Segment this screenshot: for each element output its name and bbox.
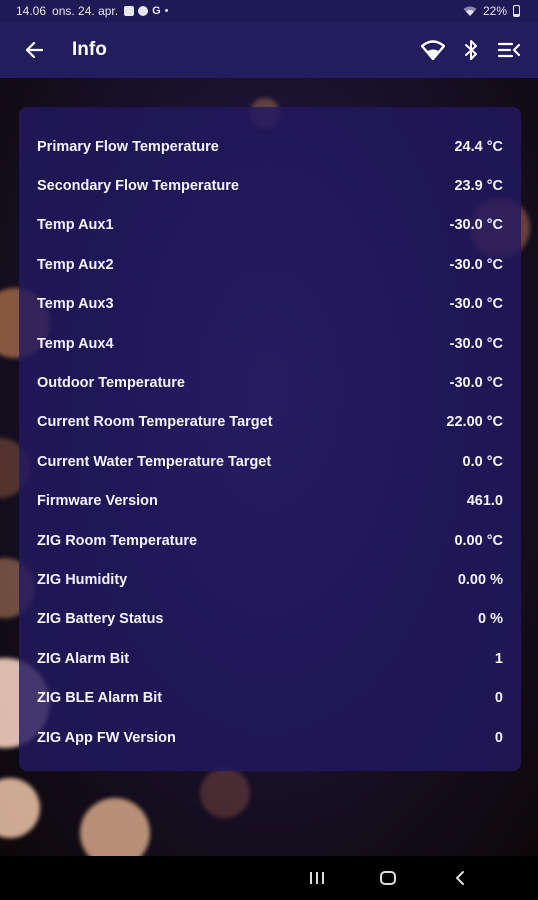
wifi-status-icon xyxy=(463,6,477,16)
battery-icon xyxy=(513,5,520,17)
info-row-value: 0.00 °C xyxy=(454,532,503,549)
recent-apps-icon[interactable] xyxy=(292,856,342,900)
info-row: ZIG Alarm Bit 1 xyxy=(37,639,503,678)
info-row-value: 1 xyxy=(494,650,503,667)
bluetooth-icon[interactable] xyxy=(458,37,484,63)
app-notification-icon xyxy=(138,6,149,16)
info-row-value: -30.0 °C xyxy=(449,335,503,352)
info-row: ZIG Room Temperature 0.00 °C xyxy=(37,521,503,560)
bokeh-light xyxy=(0,778,40,838)
system-nav-bar xyxy=(0,856,538,900)
bokeh-light xyxy=(80,798,150,856)
info-row-value: 0.00 % xyxy=(457,571,503,588)
info-row-label: Current Water Temperature Target xyxy=(37,453,272,470)
back-nav-icon[interactable] xyxy=(435,856,485,900)
more-notifications-dot: • xyxy=(164,5,169,17)
info-row-value: 0 xyxy=(494,690,503,707)
info-row: ZIG Battery Status 0 % xyxy=(37,600,503,639)
info-row-value: 24.4 °C xyxy=(454,138,503,155)
info-row-value: 22.00 °C xyxy=(446,414,503,431)
google-icon: G xyxy=(152,5,161,17)
info-row: Temp Aux3 -30.0 °C xyxy=(37,285,503,324)
gallery-icon xyxy=(124,6,135,16)
info-row-label: Current Room Temperature Target xyxy=(37,414,273,431)
info-row-label: ZIG BLE Alarm Bit xyxy=(37,690,163,707)
wifi-icon[interactable] xyxy=(420,37,446,63)
info-row: Secondary Flow Temperature 23.9 °C xyxy=(37,166,503,205)
info-row-label: Temp Aux2 xyxy=(37,256,114,273)
home-icon[interactable] xyxy=(363,856,413,900)
info-row: Outdoor Temperature -30.0 °C xyxy=(37,363,503,402)
info-row: ZIG Humidity 0.00 % xyxy=(37,560,503,599)
battery-percent: 22% xyxy=(482,4,507,18)
info-row: Temp Aux2 -30.0 °C xyxy=(37,245,503,284)
info-row: Temp Aux4 -30.0 °C xyxy=(37,324,503,363)
status-right: 22% xyxy=(463,4,520,18)
info-row-label: ZIG Alarm Bit xyxy=(37,650,130,667)
info-row-label: Primary Flow Temperature xyxy=(37,138,219,155)
menu-list-icon[interactable] xyxy=(496,37,522,63)
status-time: 14.06 xyxy=(16,4,47,18)
info-row-value: -30.0 °C xyxy=(449,296,503,313)
info-card: Primary Flow Temperature 24.4 °C Secondary… xyxy=(19,107,521,771)
info-row-value: 23.9 °C xyxy=(454,178,503,195)
info-row: ZIG App FW Version 0 xyxy=(37,718,503,757)
status-bar: 14.06 ons. 24. apr. G • 22% xyxy=(0,0,538,22)
status-date: ons. 24. apr. xyxy=(52,4,119,18)
info-row-label: ZIG Battery Status xyxy=(37,611,164,628)
status-left: 14.06 ons. 24. apr. G • xyxy=(16,4,169,18)
info-row-label: ZIG App FW Version xyxy=(37,729,176,746)
info-row: Current Water Temperature Target 0.0 °C xyxy=(37,442,503,481)
app-bar: Info xyxy=(0,22,538,78)
info-row-value: 461.0 xyxy=(466,493,503,510)
info-row: Primary Flow Temperature 24.4 °C xyxy=(37,127,503,166)
info-row: Firmware Version 461.0 xyxy=(37,482,503,521)
page-title: Info xyxy=(72,39,107,60)
info-row-label: Temp Aux4 xyxy=(37,335,114,352)
notification-icons: G • xyxy=(124,5,169,17)
info-row-value: 0 xyxy=(494,729,503,746)
info-row-value: 0.0 °C xyxy=(462,453,503,470)
info-row-value: -30.0 °C xyxy=(449,217,503,234)
info-row-label: Secondary Flow Temperature xyxy=(37,178,239,195)
info-row-label: ZIG Humidity xyxy=(37,571,128,588)
bokeh-light xyxy=(200,768,250,818)
info-row-value: 0 % xyxy=(478,611,503,628)
info-row-label: Firmware Version xyxy=(37,493,158,510)
info-row: Temp Aux1 -30.0 °C xyxy=(37,206,503,245)
info-row-label: Temp Aux1 xyxy=(37,217,114,234)
info-row: ZIG BLE Alarm Bit 0 xyxy=(37,678,503,717)
info-row: Current Room Temperature Target 22.00 °C xyxy=(37,403,503,442)
back-arrow-icon[interactable] xyxy=(22,38,46,62)
info-row-label: Outdoor Temperature xyxy=(37,375,185,392)
app-bar-actions xyxy=(420,37,522,63)
info-row-value: -30.0 °C xyxy=(449,256,503,273)
info-row-value: -30.0 °C xyxy=(449,375,503,392)
info-row-label: ZIG Room Temperature xyxy=(37,532,198,549)
info-row-label: Temp Aux3 xyxy=(37,296,114,313)
